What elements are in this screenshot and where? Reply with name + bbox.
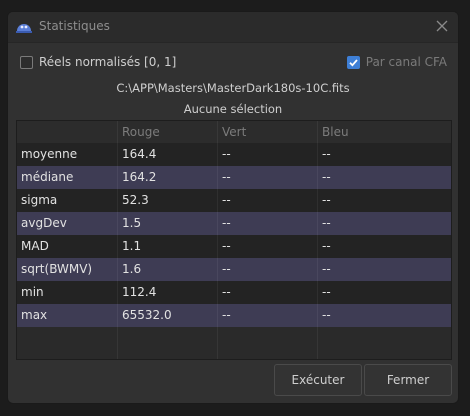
table-row[interactable]: moyenne 164.4 -- -- [17,143,451,166]
window-title: Statistiques [39,19,110,33]
blue-value: -- [322,193,331,207]
table-row[interactable]: min 112.4 -- -- [17,281,451,304]
close-button[interactable]: Fermer [364,364,452,396]
column-header-green[interactable]: Vert [222,125,246,139]
normalized-option[interactable]: Réels normalisés [0, 1] [20,53,176,71]
table-row[interactable]: MAD 1.1 -- -- [17,235,451,258]
title-bar[interactable]: Statistiques [8,12,458,43]
stat-name: sigma [21,193,58,207]
statistics-dialog: Statistiques Réels normalisés [0, 1] Par… [7,11,459,404]
stat-name: min [21,285,44,299]
green-value: -- [222,170,231,184]
stat-name: MAD [21,239,49,253]
table-row[interactable]: médiane 164.2 -- -- [17,166,451,189]
blue-value: -- [322,308,331,322]
blue-value: -- [322,147,331,161]
statistics-table: Rouge Vert Bleu moyenne 164.4 -- -- médi… [16,120,452,360]
green-value: -- [222,193,231,207]
normalized-label: Réels normalisés [0, 1] [39,55,177,69]
red-value: 65532.0 [122,308,172,322]
green-value: -- [222,308,231,322]
red-value: 1.6 [122,262,142,276]
blue-value: -- [322,239,331,253]
green-value: -- [222,147,231,161]
table-row[interactable]: sqrt(BWMV) 1.6 -- -- [17,258,451,281]
red-value: 1.5 [122,216,142,230]
checkmark-icon [349,58,358,67]
cfa-label: Par canal CFA [365,55,447,69]
blue-value: -- [322,262,331,276]
blue-value: -- [322,216,331,230]
cfa-option[interactable]: Par canal CFA [346,53,447,71]
file-path: C:\APP\Masters\MasterDark180s-10C.fits [116,81,350,95]
blue-value: -- [322,285,331,299]
stat-name: moyenne [21,147,78,161]
column-header-blue[interactable]: Bleu [322,125,349,139]
green-value: -- [222,239,231,253]
execute-button[interactable]: Exécuter [274,364,362,396]
selection-status: Aucune sélection [183,102,283,116]
red-value: 1.1 [122,239,142,253]
blue-value: -- [322,170,331,184]
table-row[interactable]: sigma 52.3 -- -- [17,189,451,212]
stat-name: médiane [21,170,74,184]
normalized-checkbox[interactable] [20,55,33,69]
table-row[interactable]: max 65532.0 -- -- [17,304,451,327]
close-icon[interactable] [434,18,450,34]
column-divider [317,121,318,359]
stat-name: max [21,308,48,322]
stat-name: avgDev [21,216,67,230]
column-header-red[interactable]: Rouge [122,125,160,139]
stat-name: sqrt(BWMV) [21,262,93,276]
red-value: 52.3 [122,193,149,207]
app-icon [16,19,32,33]
table-row[interactable]: avgDev 1.5 -- -- [17,212,451,235]
green-value: -- [222,285,231,299]
red-value: 112.4 [122,285,157,299]
table-header: Rouge Vert Bleu [17,121,451,144]
green-value: -- [222,262,231,276]
green-value: -- [222,216,231,230]
red-value: 164.2 [122,170,157,184]
column-divider [217,121,218,359]
column-divider [117,121,118,359]
cfa-checkbox[interactable] [346,55,360,69]
red-value: 164.4 [122,147,157,161]
